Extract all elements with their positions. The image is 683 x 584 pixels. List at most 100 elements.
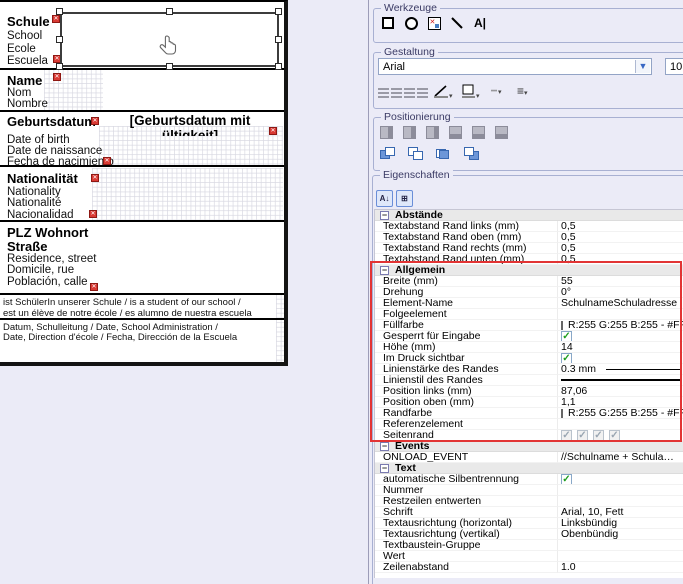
prop-row-textausrichtung-vertikal[interactable]: Textausrichtung (vertikal)Obenbündig: [375, 529, 683, 540]
prop-row-textabstand-rand-links-mm[interactable]: Textabstand Rand links (mm)0,5: [375, 221, 683, 232]
prop-row-drehung[interactable]: Drehung0°: [375, 287, 683, 298]
form-design-canvas[interactable]: Schule School Ecole Escuela Name Nom Nom…: [0, 0, 288, 366]
field-label-strasse[interactable]: Straße: [7, 239, 47, 254]
prop-value[interactable]: ✓: [557, 474, 683, 485]
prop-row-zeilenabstand[interactable]: Zeilenabstand1.0: [375, 562, 683, 573]
field-label-plz-wohnort[interactable]: PLZ Wohnort: [7, 225, 88, 240]
prop-row-seitenrand[interactable]: Seitenrand✓✓✓✓: [375, 430, 683, 441]
resize-handle-se[interactable]: [275, 63, 282, 70]
field-label-nationalitaet[interactable]: Nationalität: [7, 171, 78, 186]
bring-forward-button[interactable]: [380, 147, 395, 161]
broken-image-icon[interactable]: ✕: [103, 157, 111, 165]
prop-value[interactable]: 55: [557, 276, 683, 287]
prop-row-linienstärke-des-randes[interactable]: Linienstärke des Randes0.3 mm: [375, 364, 683, 375]
collapse-icon[interactable]: −: [380, 464, 389, 473]
prop-value[interactable]: R:255 G:255 B:255 - #FFFFFF: [557, 320, 683, 331]
text-tool-button[interactable]: A|: [471, 14, 489, 32]
prop-row-füllfarbe[interactable]: FüllfarbeR:255 G:255 B:255 - #FFFFFF: [375, 320, 683, 331]
broken-image-icon[interactable]: ✕: [90, 283, 98, 291]
prop-row-referenzelement[interactable]: Referenzelement: [375, 419, 683, 430]
prop-row-gesperrt-für-eingabe[interactable]: Gesperrt für Eingabe✓: [375, 331, 683, 342]
checkbox-icon[interactable]: ✓: [561, 474, 572, 485]
section-header-allgemein[interactable]: −Allgemein: [375, 265, 683, 276]
prop-row-position-oben-mm[interactable]: Position oben (mm)1,1: [375, 397, 683, 408]
prop-row-textabstand-rand-rechts-mm[interactable]: Textabstand Rand rechts (mm)0,5: [375, 243, 683, 254]
prop-value[interactable]: 1,1: [557, 397, 683, 408]
footer-text-line[interactable]: Date, Direction d'école / Fecha, Direcci…: [3, 332, 237, 343]
resize-handle-s[interactable]: [166, 63, 173, 70]
prop-row-folgeelement[interactable]: Folgeelement: [375, 309, 683, 320]
field-label-poblacion[interactable]: Población, calle: [7, 276, 88, 288]
resize-handle-sw[interactable]: [56, 63, 63, 70]
prop-row-onload-event[interactable]: ONLOAD_EVENT//Schulname + Schula…: [375, 452, 683, 463]
categorized-view-button[interactable]: ⊞: [396, 190, 413, 207]
align-v-centers-button[interactable]: [472, 126, 485, 139]
field-label-domicile[interactable]: Domicile, rue: [7, 264, 74, 276]
geburtsdatum-placeholder-field[interactable]: [Geburtsdatum mit ültigkeit]: [99, 113, 281, 136]
collapse-icon[interactable]: −: [380, 442, 389, 451]
send-backward-button[interactable]: [408, 147, 423, 161]
prop-row-randfarbe[interactable]: RandfarbeR:255 G:255 B:255 - #FFFFFF: [375, 408, 683, 419]
resize-handle-n[interactable]: [166, 8, 173, 15]
field-label-name[interactable]: Name: [7, 73, 42, 88]
selected-form-element[interactable]: [60, 12, 279, 67]
line-color-button[interactable]: ▾: [433, 84, 453, 101]
fill-color-button[interactable]: ▾: [461, 84, 480, 101]
prop-row-element-name[interactable]: Element-NameSchulnameSchuladresse: [375, 298, 683, 309]
font-family-select[interactable]: Arial ▼: [378, 58, 652, 75]
prop-value[interactable]: [557, 496, 683, 507]
chevron-down-icon[interactable]: ▼: [635, 60, 650, 73]
broken-image-icon[interactable]: ✕: [53, 73, 61, 81]
prop-row-schrift[interactable]: SchriftArial, 10, Fett: [375, 507, 683, 518]
resize-handle-w[interactable]: [56, 36, 63, 43]
align-right-edges-button[interactable]: [426, 126, 439, 139]
prop-value[interactable]: SchulnameSchuladresse: [557, 298, 683, 309]
rectangle-tool-button[interactable]: [379, 14, 397, 32]
checkbox-icon[interactable]: ✓: [561, 331, 572, 342]
prop-value[interactable]: [557, 419, 683, 430]
prop-value[interactable]: 0,5: [557, 254, 683, 265]
prop-value[interactable]: 0,5: [557, 243, 683, 254]
align-left-edges-button[interactable]: [380, 126, 393, 139]
sort-alphabetical-button[interactable]: A↓: [376, 190, 393, 207]
prop-value[interactable]: ✓✓✓✓: [557, 430, 683, 441]
separator-line[interactable]: [0, 220, 284, 222]
prop-value[interactable]: R:255 G:255 B:255 - #FFFFFF: [557, 408, 683, 419]
prop-row-höhe-mm[interactable]: Höhe (mm)14: [375, 342, 683, 353]
image-tool-button[interactable]: [425, 14, 443, 32]
prop-row-position-links-mm[interactable]: Position links (mm)87,06: [375, 386, 683, 397]
prop-value[interactable]: [557, 551, 683, 562]
prop-value[interactable]: [557, 309, 683, 320]
align-tops-button[interactable]: [449, 126, 462, 139]
align-bottoms-button[interactable]: [495, 126, 508, 139]
prop-row-automatische-silbentrennung[interactable]: automatische Silbentrennung✓: [375, 474, 683, 485]
collapse-icon[interactable]: −: [380, 211, 389, 220]
resize-handle-nw[interactable]: [56, 8, 63, 15]
prop-row-restzeilen-entwerten[interactable]: Restzeilen entwerten: [375, 496, 683, 507]
prop-row-linienstil-des-randes[interactable]: Linienstil des Randes: [375, 375, 683, 386]
collapse-icon[interactable]: −: [380, 266, 389, 275]
line-spacing-button[interactable]: ≡▾: [517, 84, 528, 98]
broken-image-icon[interactable]: ✕: [91, 174, 99, 182]
prop-value[interactable]: Linksbündig: [557, 518, 683, 529]
separator-line[interactable]: [0, 165, 284, 167]
prop-row-wert[interactable]: Wert: [375, 551, 683, 562]
prop-value[interactable]: 1.0: [557, 562, 683, 573]
bring-to-front-button[interactable]: [436, 147, 451, 161]
field-label-schule[interactable]: Schule: [7, 14, 50, 29]
separator-line[interactable]: [0, 68, 284, 70]
prop-value[interactable]: [557, 375, 683, 386]
align-right-button[interactable]: [404, 88, 415, 99]
separator-line[interactable]: [0, 110, 284, 112]
align-center-button[interactable]: [391, 88, 402, 99]
separator-line[interactable]: [0, 293, 284, 295]
prop-row-breite-mm[interactable]: Breite (mm)55: [375, 276, 683, 287]
checkbox-icon[interactable]: ✓: [561, 353, 572, 364]
prop-value[interactable]: 0.3 mm: [557, 364, 683, 375]
field-label-geburtsdatum[interactable]: Geburtsdatum: [7, 114, 96, 129]
prop-row-nummer[interactable]: Nummer: [375, 485, 683, 496]
prop-row-textabstand-rand-unten-mm[interactable]: Textabstand Rand unten (mm)0,5: [375, 254, 683, 265]
prop-value[interactable]: 0,5: [557, 232, 683, 243]
align-left-button[interactable]: [378, 88, 389, 99]
align-h-centers-button[interactable]: [403, 126, 416, 139]
